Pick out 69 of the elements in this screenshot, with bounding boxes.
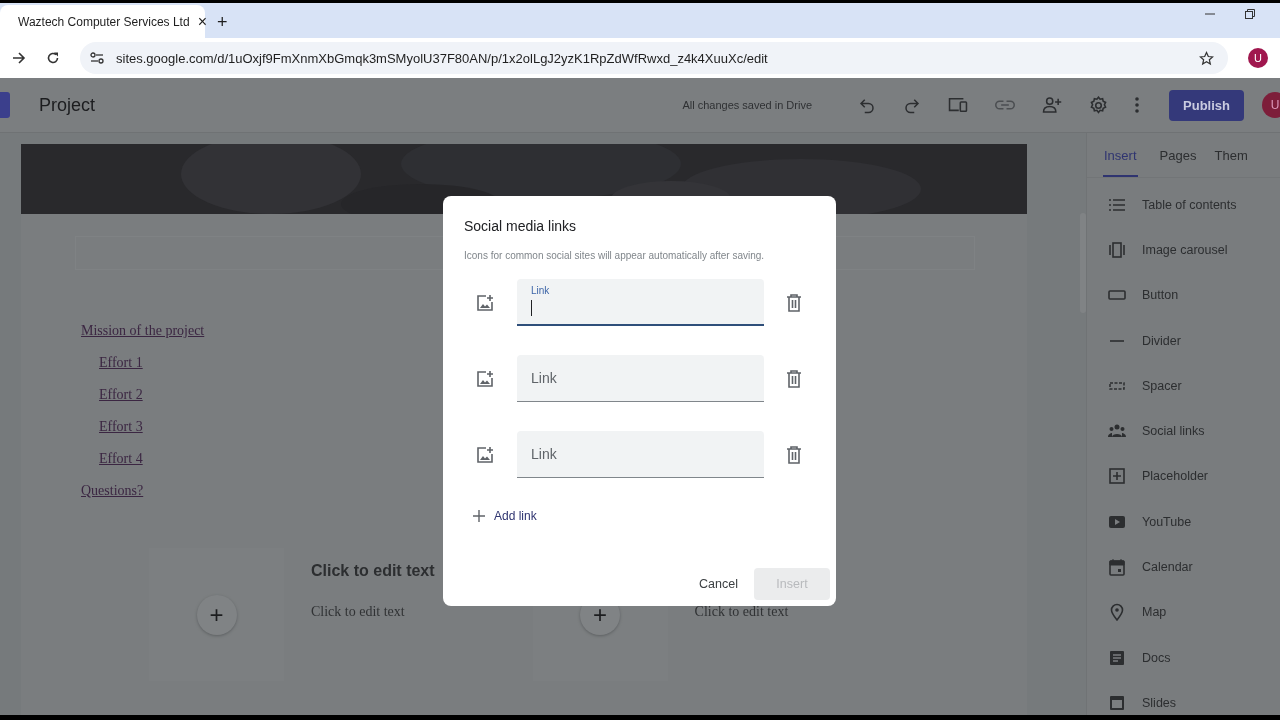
site-title: Project [39,94,96,116]
settings-icon[interactable] [1089,95,1109,115]
add-image-icon[interactable] [476,369,494,388]
undo-icon[interactable] [858,96,877,114]
divider-icon [1108,339,1126,342]
toc-link[interactable]: Effort 1 [99,352,143,373]
new-tab-button[interactable]: + [217,13,228,31]
devices-icon[interactable] [948,96,969,114]
url-text: sites.google.com/d/1uOxjf9FmXnmXbGmqk3mSMyolU37F80AN/p/1x2olLgJ2yzK1RpZdWfRwxd_z4k4XuuXc/edit [116,50,768,66]
toc-link[interactable]: Mission of the project [81,320,205,341]
delete-icon[interactable] [786,293,802,312]
add-image-button[interactable]: + [196,594,237,635]
delete-icon[interactable] [786,445,802,464]
add-link-button[interactable]: Add link [464,507,541,525]
bookmark-star-icon[interactable] [1199,50,1214,66]
close-tab-button[interactable]: × [197,13,207,30]
insert-item[interactable]: Spacer [1087,363,1280,409]
insert-item[interactable]: YouTube [1087,499,1280,545]
plus-icon [473,510,485,522]
address-bar[interactable]: sites.google.com/d/1uOxjf9FmXnmXbGmqk3mSMyolU37F80AN/p/1x2olLgJ2yzK1RpZdWfRwxd_z4k4XuuXc/edit [80,42,1228,74]
panel-tab[interactable]: Insert [1103,133,1138,177]
spacer-icon [1108,381,1126,390]
insert-item[interactable]: Button [1087,272,1280,318]
more-icon[interactable] [1135,97,1140,113]
insert-item[interactable]: Placeholder [1087,453,1280,500]
save-status: All changes saved in Drive [682,99,813,111]
insert-item[interactable]: Divider [1087,317,1280,364]
restore-icon[interactable] [1245,8,1255,19]
calendar-icon [1108,558,1126,576]
redo-icon[interactable] [903,96,922,114]
dialog-description: Icons for common social sites will appear automatically after saving. [464,250,766,261]
toc-link[interactable]: Effort 2 [99,384,143,405]
toc-link[interactable]: Effort 3 [99,416,143,437]
map-pin-icon [1108,603,1126,622]
toc-link[interactable]: Effort 4 [99,448,143,469]
publish-button[interactable]: Publish [1169,89,1244,121]
cancel-button[interactable]: Cancel [693,569,744,599]
link-field[interactable]: Link [517,355,764,402]
plus-box-icon [1108,467,1126,486]
link-field[interactable]: Link [517,431,764,478]
add-image-icon[interactable] [476,293,494,312]
toc-link[interactable]: Questions? [81,480,144,501]
dialog-title: Social media links [464,218,578,234]
profile-avatar[interactable]: U [1248,48,1268,68]
document-icon [1108,648,1126,667]
panel-tab[interactable]: Pages [1159,133,1215,177]
add-image-icon[interactable] [476,445,494,464]
insert-item[interactable]: Calendar [1087,544,1280,590]
text-body[interactable]: Click to edit text [694,604,789,620]
text-heading[interactable]: Click to edit text [311,562,435,580]
text-body[interactable]: Click to edit text [311,604,435,620]
panel-tab[interactable]: Them [1214,133,1270,177]
reload-icon[interactable] [46,51,60,65]
link-field[interactable]: Link [517,279,764,326]
insert-item[interactable]: Map [1087,589,1280,635]
slides-icon [1108,693,1126,712]
insert-item[interactable]: Docs [1087,634,1280,681]
account-avatar[interactable]: U [1262,92,1280,118]
browser-tab[interactable]: Waztech Computer Services Ltd × [0,5,205,38]
delete-icon[interactable] [786,369,802,388]
carousel-icon [1108,240,1126,259]
forward-icon[interactable] [12,51,26,65]
tab-title: Waztech Computer Services Ltd [18,14,190,29]
add-person-icon[interactable] [1042,96,1063,114]
insert-item[interactable]: Table of contents [1087,182,1280,228]
insert-item[interactable]: Slides [1087,680,1280,720]
site-info-icon[interactable] [90,51,104,65]
insert-item[interactable]: Image carousel [1087,227,1280,273]
insert-item[interactable]: Social links [1087,408,1280,454]
